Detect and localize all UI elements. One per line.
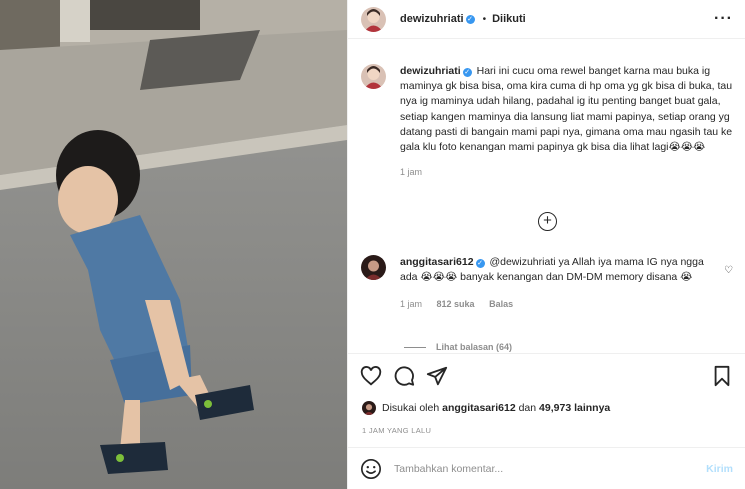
comment-username[interactable]: anggitasari612: [400, 256, 474, 268]
separator-dot: •: [482, 13, 487, 25]
avatar-image: [361, 255, 386, 280]
post-image: [0, 0, 347, 489]
comments-list[interactable]: dewizuhriati ✓ Hari ini cucu oma rewel ba…: [348, 40, 745, 352]
likes-middle: dan: [518, 402, 537, 414]
author-username[interactable]: dewizuhriati: [400, 13, 464, 25]
replies-divider: [404, 346, 426, 348]
comment-time[interactable]: 1 jam: [400, 299, 422, 309]
caption-meta: 1 jam: [400, 165, 733, 180]
caption: dewizuhriati ✓ Hari ini cucu oma rewel ba…: [348, 64, 745, 180]
follow-status-button[interactable]: Diikuti: [492, 13, 526, 25]
comment-input[interactable]: [394, 462, 707, 475]
likes-user[interactable]: anggitasari612: [442, 402, 516, 414]
commenter-avatar[interactable]: [361, 255, 386, 280]
comment-like-heart-icon[interactable]: ♡: [724, 265, 733, 313]
caption-username[interactable]: dewizuhriati: [400, 65, 461, 77]
post-header: dewizuhriati ✓ • Diikuti ···: [348, 0, 745, 39]
post-timestamp[interactable]: 1 JAM YANG LALU: [362, 426, 431, 435]
add-comment-bar: Kirim: [348, 447, 745, 489]
plus-circle-icon[interactable]: +: [538, 212, 557, 231]
comment-meta: 1 jam 812 suka Balas: [400, 297, 714, 312]
view-replies-link[interactable]: Lihat balasan (64): [404, 342, 512, 352]
avatar-image: [362, 401, 376, 415]
post-comment-button[interactable]: Kirim: [706, 463, 733, 475]
avatar-image: [361, 64, 386, 89]
view-replies-label[interactable]: Lihat balasan (64): [436, 342, 512, 352]
verified-badge-icon: ✓: [465, 14, 475, 24]
heart-icon[interactable]: [360, 365, 382, 387]
share-icon[interactable]: [426, 365, 448, 387]
verified-badge-icon: ✓: [475, 259, 485, 268]
emoji-icon[interactable]: [360, 458, 382, 480]
post-viewer: dewizuhriati ✓ • Diikuti ··· dewizuhriat…: [0, 0, 745, 489]
caption-avatar[interactable]: [361, 64, 386, 89]
action-bar: [348, 353, 745, 398]
more-options-icon[interactable]: ···: [714, 10, 733, 28]
avatar-image: [361, 6, 386, 32]
caption-time[interactable]: 1 jam: [400, 167, 422, 177]
post-sidebar: dewizuhriati ✓ • Diikuti ··· dewizuhriat…: [347, 0, 745, 489]
comment-icon[interactable]: [393, 365, 415, 387]
author-avatar[interactable]: [361, 6, 386, 32]
likes-summary: Disukai oleh anggitasari612 dan 49,973 l…: [362, 401, 610, 415]
caption-body: dewizuhriati ✓ Hari ini cucu oma rewel ba…: [400, 64, 733, 180]
post-photo[interactable]: [0, 0, 347, 489]
likes-prefix: Disukai oleh: [382, 402, 440, 414]
verified-badge-icon: ✓: [462, 68, 472, 77]
likes-others[interactable]: 49,973 lainnya: [539, 402, 610, 414]
caption-text: Hari ini cucu oma rewel banget karna mau…: [400, 65, 733, 154]
comment-item: anggitasari612 ✓ @dewizuhriati ya Allah i…: [348, 255, 745, 313]
comment-body: anggitasari612 ✓ @dewizuhriati ya Allah i…: [400, 255, 724, 313]
bookmark-icon[interactable]: [711, 365, 733, 387]
comment-likes[interactable]: 812 suka: [437, 299, 475, 309]
liker-avatar[interactable]: [362, 401, 376, 415]
reply-button[interactable]: Balas: [489, 299, 513, 309]
